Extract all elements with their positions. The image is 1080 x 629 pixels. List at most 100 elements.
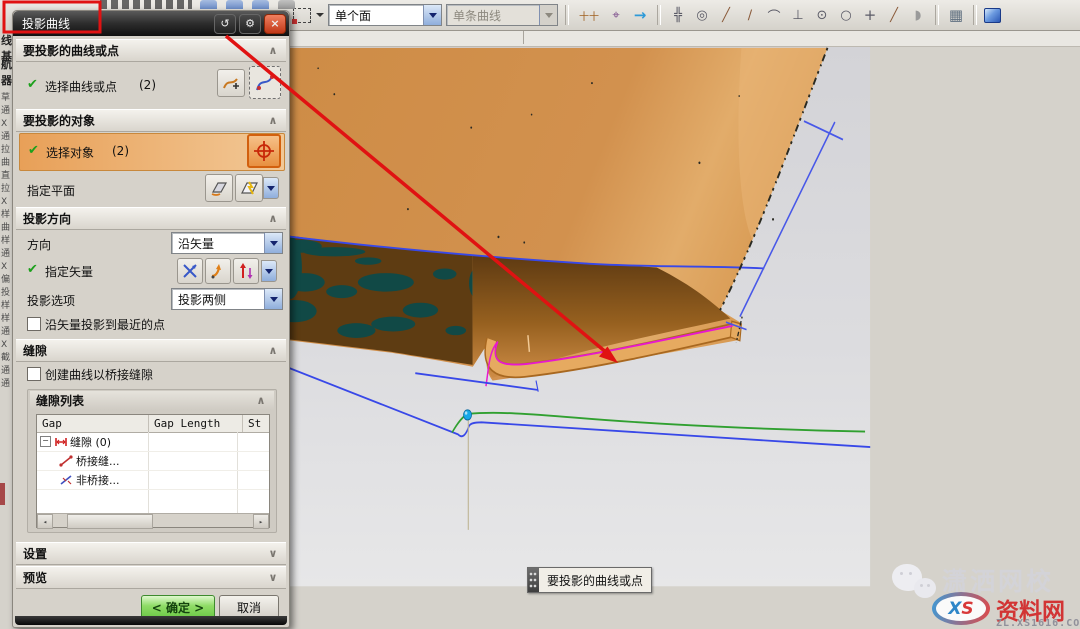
arc-center-snap-icon[interactable]: ⊙ — [812, 5, 832, 25]
check-icon: ✔ — [27, 262, 38, 277]
close-icon[interactable]: × — [264, 14, 286, 34]
gap-list-panel: 缝隙列表 ∧ Gap Gap Length St − 缝隙 (0) — [27, 389, 277, 533]
sidebar-item-fragment[interactable]: 航器 — [1, 56, 12, 88]
bridge-gap-icon — [59, 455, 73, 467]
watermark-site-url: ZL.XS1616.COM — [996, 618, 1080, 629]
endpoint-snap-icon[interactable]: ╱ — [716, 5, 736, 25]
point-on-curve-snap-icon[interactable]: ╱ — [884, 5, 904, 25]
hidden-toolbar-icon — [200, 0, 217, 9]
table-hscrollbar[interactable]: ◂ ▸ — [37, 513, 269, 527]
curve-end-snap-icon[interactable]: ⌒ — [764, 5, 784, 25]
section-header-direction[interactable]: 投影方向 ∧ — [16, 207, 286, 230]
up-down-vector-icon — [237, 262, 255, 280]
chevron-up-icon[interactable]: ∧ — [266, 212, 280, 226]
dialog-bottom-bar — [15, 616, 287, 625]
nearest-point-checkbox-label[interactable]: 沿矢量投影到最近的点 — [45, 316, 165, 333]
hidden-toolbar-icon — [226, 0, 243, 9]
section-header-objects[interactable]: 要投影的对象 ∧ — [16, 109, 286, 132]
scrollbar-thumb[interactable] — [67, 514, 153, 529]
gap-nonbridge-label: 非桥接... — [76, 472, 120, 488]
select-object-active-row[interactable]: ✔ 选择对象 (2) — [19, 133, 285, 171]
face-rule-dropdown-icon[interactable] — [423, 5, 441, 25]
plane-constructor-button[interactable] — [235, 174, 263, 202]
face-rule-combo[interactable]: 单个面 — [328, 4, 442, 26]
direction-combo[interactable]: 沿矢量 — [171, 232, 283, 254]
dialog-titlebar[interactable]: 投影曲线 ↺ ⚙ × — [13, 11, 289, 36]
grid-icon[interactable]: ▦ — [946, 5, 966, 25]
gap-bridge-row[interactable]: 桥接缝... — [37, 451, 269, 471]
hidden-toolbar-icon — [252, 0, 269, 9]
gap-root-row[interactable]: − 缝隙 (0) — [37, 432, 269, 452]
chevron-up-icon[interactable]: ∧ — [266, 44, 280, 58]
hidden-toolbar-icon — [278, 0, 295, 9]
column-gap[interactable]: Gap — [37, 415, 149, 432]
tree-collapse-icon[interactable]: − — [40, 436, 51, 447]
quadrant-snap-icon[interactable]: ○ — [836, 5, 856, 25]
vector-dialog-button[interactable] — [177, 258, 203, 284]
existing-point-snap-icon[interactable]: + — [860, 5, 880, 25]
parallel-curves-icon[interactable]: 十十 — [576, 5, 602, 25]
perpendicular-snap-icon[interactable]: ⊥ — [788, 5, 808, 25]
chevron-up-icon[interactable]: ∧ — [254, 394, 268, 408]
point-on-face-snap-icon[interactable]: ◗ — [908, 5, 928, 25]
toolbar-separator — [657, 5, 661, 25]
column-status[interactable]: St — [243, 415, 269, 432]
curved-arrow-icon — [209, 262, 227, 280]
curve-point-select-button[interactable] — [249, 66, 281, 99]
scroll-right-icon[interactable]: ▸ — [253, 514, 269, 529]
bridge-gap-checkbox[interactable] — [27, 367, 41, 381]
snap-pin-icon[interactable]: ⌖ — [606, 5, 626, 25]
plane-dialog-button[interactable] — [205, 174, 233, 202]
direction-dropdown-icon[interactable] — [264, 233, 282, 253]
section-header-gap[interactable]: 缝隙 ∧ — [16, 339, 286, 362]
project-curve-dialog: 投影曲线 ↺ ⚙ × 要投影的曲线或点 ∧ ✔ 选择曲线或点 (2) 要投影的对… — [12, 10, 290, 628]
tooltip-grip-handle[interactable] — [528, 568, 539, 592]
graphics-viewport[interactable] — [285, 46, 1080, 629]
scroll-left-icon[interactable]: ◂ — [37, 514, 53, 529]
marquee-dropdown-caret[interactable] — [316, 13, 324, 21]
plane-dropdown-caret[interactable] — [263, 177, 279, 199]
specify-vector-label: 指定矢量 — [45, 263, 93, 280]
solid-cube-icon[interactable] — [984, 8, 1001, 23]
select-curve-label[interactable]: 选择曲线或点 — [45, 78, 117, 95]
chevron-down-icon[interactable]: ∨ — [266, 571, 280, 585]
selection-step-tooltip: 要投影的曲线或点 — [527, 567, 652, 593]
nearest-point-checkbox[interactable] — [27, 317, 41, 331]
column-gap-length[interactable]: Gap Length — [149, 415, 243, 432]
gap-table-header: Gap Gap Length St — [37, 415, 269, 433]
gap-table[interactable]: Gap Gap Length St − 缝隙 (0) 桥接缝... — [36, 414, 270, 528]
section-header-curves[interactable]: 要投影的曲线或点 ∧ — [16, 39, 286, 62]
check-icon: ✔ — [27, 77, 38, 92]
reset-icon[interactable]: ↺ — [214, 14, 236, 34]
sidebar-item-fragments[interactable]: 草 通 X 通 拉 曲 直 拉 X 样 曲 样 通 X 偏 投 样 样 通 X … — [1, 92, 10, 391]
orbit-snap-icon[interactable]: ◎ — [692, 5, 712, 25]
bridge-gap-checkbox-label[interactable]: 创建曲线以桥接缝隙 — [45, 366, 153, 383]
gear-icon[interactable]: ⚙ — [239, 14, 261, 34]
gap-list-header[interactable]: 缝隙列表 ∧ — [30, 391, 274, 410]
chevron-down-icon[interactable]: ∨ — [266, 547, 280, 561]
specify-plane-label: 指定平面 — [27, 182, 75, 199]
toolbar-separator — [935, 5, 939, 25]
chevron-up-icon[interactable]: ∧ — [266, 344, 280, 358]
curve-list-button[interactable] — [217, 69, 245, 97]
midpoint-snap-icon[interactable]: ∕ — [740, 5, 760, 25]
secondary-toolbar-strip — [285, 30, 1080, 47]
pan-snap-icon[interactable]: ╬ — [668, 5, 688, 25]
curve-rule-combo: 单条曲线 — [446, 4, 558, 26]
projection-option-dropdown-icon[interactable] — [264, 289, 282, 309]
non-bridge-gap-icon — [59, 474, 73, 486]
section-header-preview[interactable]: 预览 ∨ — [16, 566, 286, 589]
vector-dropdown-caret[interactable] — [261, 260, 277, 282]
section-header-settings[interactable]: 设置 ∨ — [16, 542, 286, 565]
wechat-icon-small — [914, 578, 936, 598]
gap-nonbridge-row[interactable]: 非桥接... — [37, 470, 269, 490]
clipped-sidebar-strip: 线基 航器 草 通 X 通 拉 曲 直 拉 X 样 曲 样 通 X 偏 投 样 … — [0, 30, 12, 629]
forward-arrow-icon[interactable]: → — [630, 5, 650, 25]
marquee-select-icon[interactable] — [292, 5, 312, 25]
projection-option-combo[interactable]: 投影两侧 — [171, 288, 283, 310]
vector-direction-button[interactable] — [233, 258, 259, 284]
chevron-up-icon[interactable]: ∧ — [266, 114, 280, 128]
point-handle[interactable] — [464, 410, 472, 420]
face-select-button[interactable] — [247, 134, 281, 168]
vector-constructor-button[interactable] — [205, 258, 231, 284]
